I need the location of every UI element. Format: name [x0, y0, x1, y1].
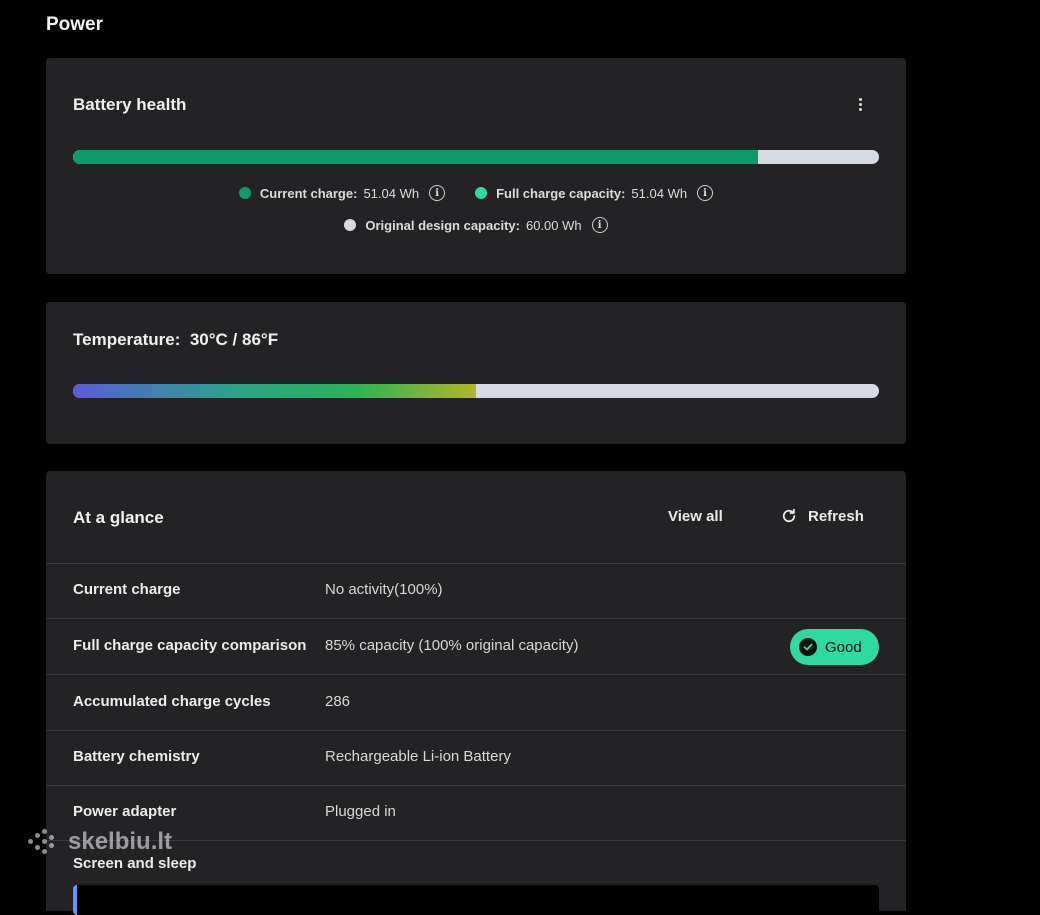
check-circle-icon: [799, 638, 817, 656]
refresh-label: Refresh: [808, 507, 864, 525]
refresh-icon: [782, 508, 796, 523]
watermark-text: skelbiu.lt: [68, 828, 173, 855]
table-row: Power adapter Plugged in: [46, 785, 906, 841]
refresh-button[interactable]: Refresh: [780, 507, 864, 525]
info-icon[interactable]: i: [429, 185, 446, 201]
legend-full-charge-capacity: Full charge capacity: 51.04 Wh i: [475, 185, 714, 201]
page-title: Power: [46, 14, 104, 35]
at-a-glance-card: At a glance View all Refresh Current cha…: [46, 471, 906, 915]
battery-health-bar-fill: [73, 150, 759, 164]
watermark-logo-icon: [26, 829, 60, 855]
table-row: Current charge No activity(100%): [46, 563, 906, 619]
table-row: Full charge capacity comparison 85% capa…: [46, 619, 906, 675]
screen-and-sleep-bar: [73, 885, 879, 915]
battery-health-title: Battery health: [73, 95, 187, 114]
info-icon[interactable]: i: [697, 185, 714, 201]
table-row: Accumulated charge cycles 286: [46, 675, 906, 731]
temperature-title: Temperature: 30°C / 86°F: [73, 330, 279, 349]
info-icon[interactable]: i: [591, 217, 608, 233]
temperature-value: 30°C / 86°F: [189, 330, 279, 349]
at-a-glance-header: At a glance View all Refresh: [46, 471, 906, 564]
more-vertical-icon[interactable]: [852, 96, 868, 114]
table-row: Battery chemistry Rechargeable Li-ion Ba…: [46, 730, 906, 786]
legend-dot-icon: [344, 219, 357, 231]
temperature-card: Temperature: 30°C / 86°F: [46, 302, 906, 444]
watermark: skelbiu.lt: [26, 828, 172, 856]
legend-dot-icon: [475, 187, 488, 199]
view-all-link[interactable]: View all: [668, 508, 723, 525]
screen-and-sleep-title[interactable]: Screen and sleep: [73, 855, 196, 872]
at-a-glance-title: At a glance: [73, 508, 164, 527]
legend-dot-icon: [238, 187, 251, 199]
battery-legend-row: Original design capacity: 60.00 Wh i: [46, 217, 906, 233]
status-badge: Good: [790, 629, 879, 665]
battery-health-bar: [73, 150, 879, 164]
legend-original-design-capacity: Original design capacity: 60.00 Wh i: [344, 217, 608, 233]
legend-current-charge: Current charge: 51.04 Wh i: [238, 185, 446, 201]
battery-legend-row: Current charge: 51.04 Wh i Full charge c…: [46, 185, 906, 201]
temperature-bar-fill: [73, 384, 476, 398]
temperature-bar: [73, 384, 879, 398]
battery-health-card: Battery health Current charge: 51.04 Wh …: [46, 58, 906, 274]
